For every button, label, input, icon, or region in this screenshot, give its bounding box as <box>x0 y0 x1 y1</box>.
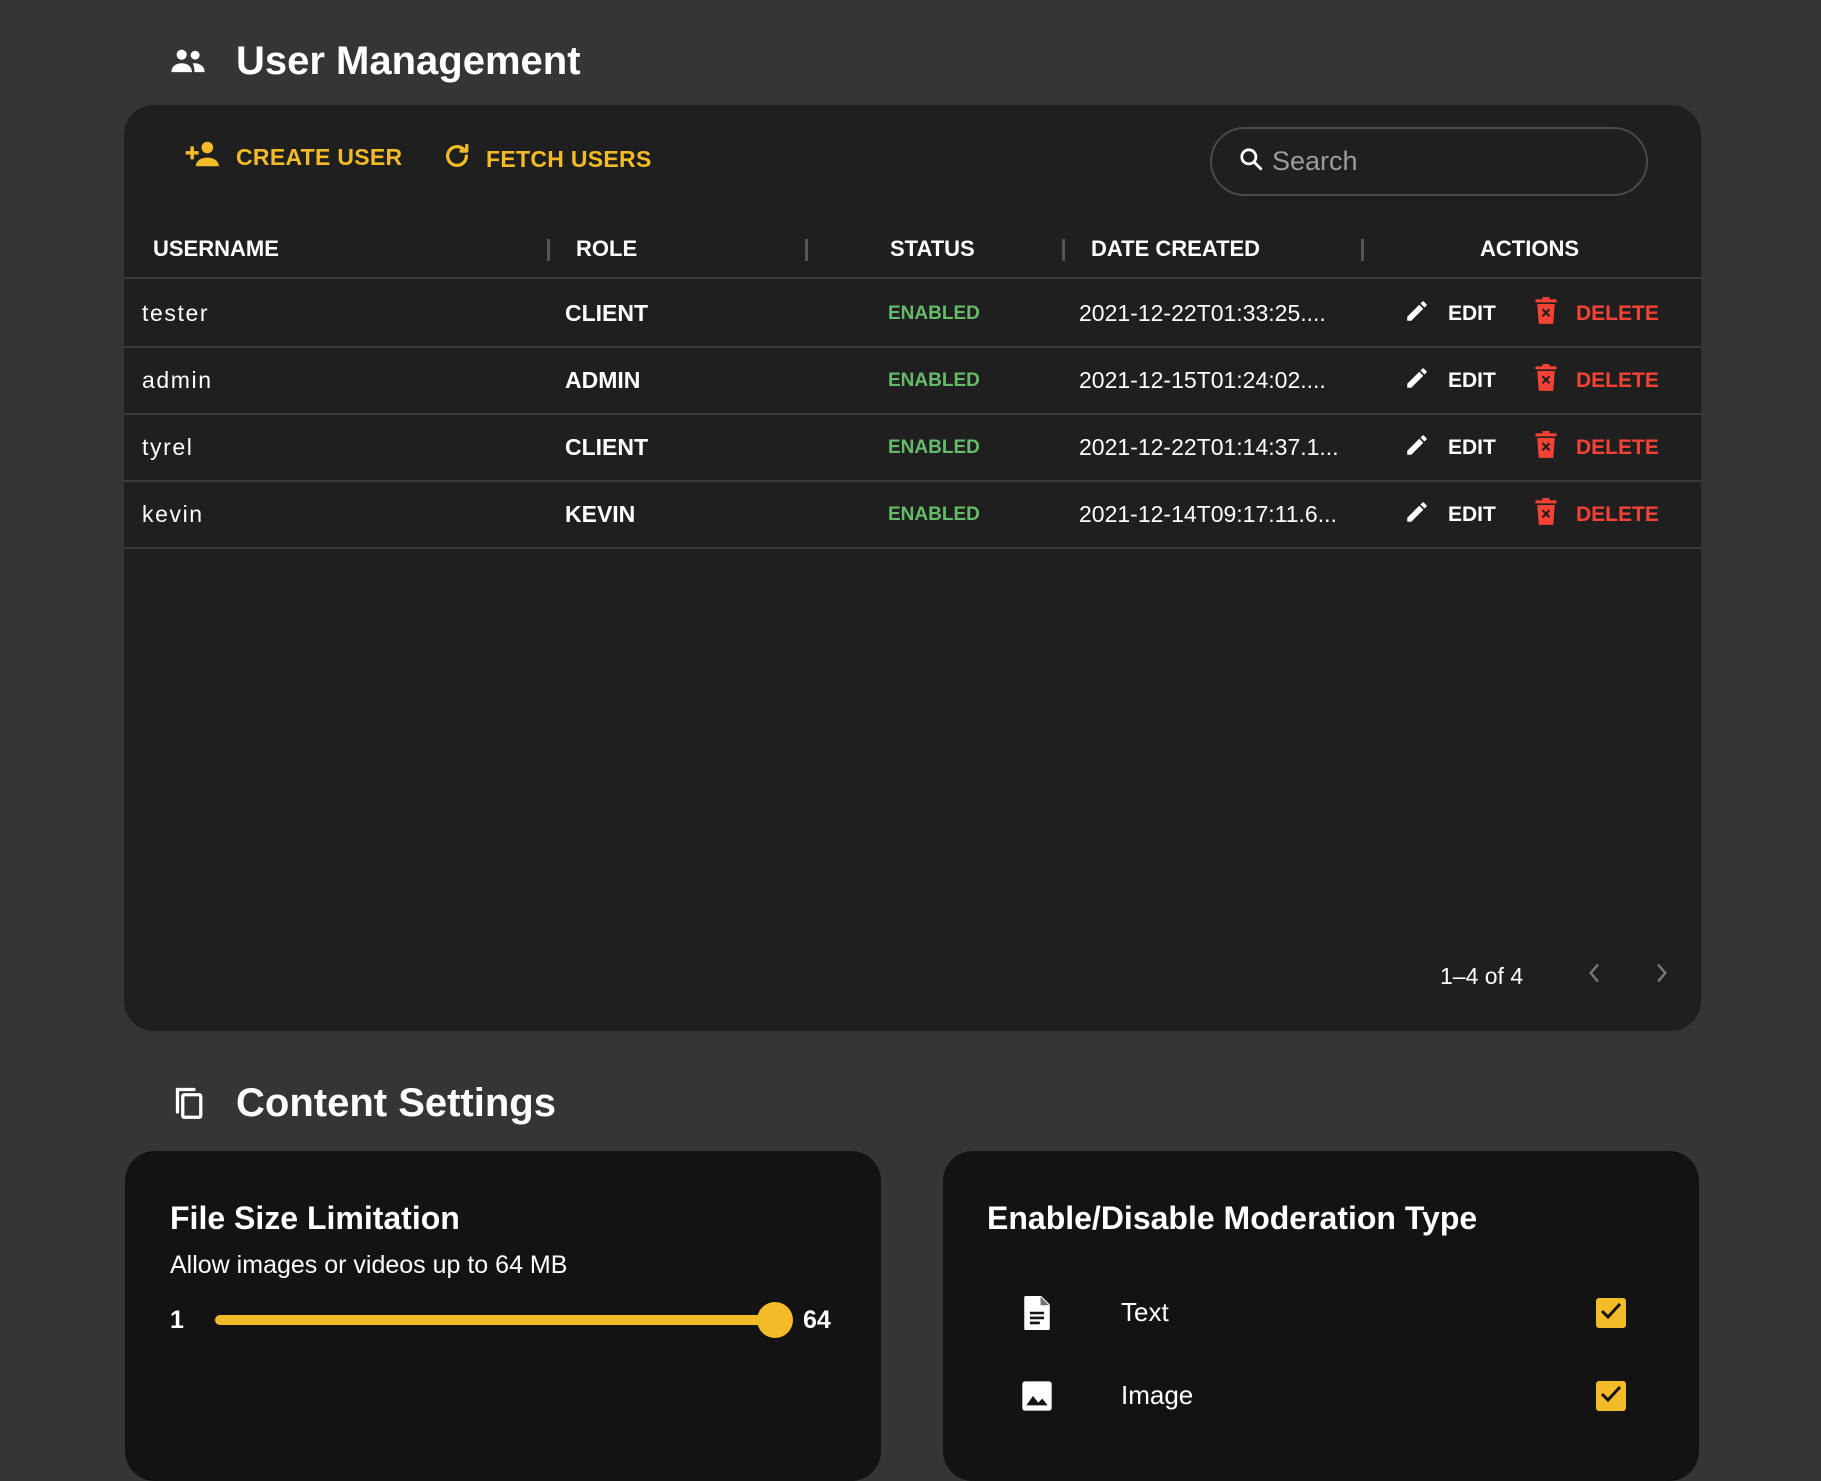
refresh-icon <box>442 141 472 177</box>
previous-page-button[interactable] <box>1574 955 1614 995</box>
date-created-cell: 2021-12-14T09:17:11.6... <box>1079 501 1337 527</box>
username-cell: tyrel <box>142 434 194 460</box>
delete-button[interactable]: DELETE <box>1534 348 1659 413</box>
pencil-icon <box>1404 499 1430 531</box>
date-created-cell: 2021-12-22T01:33:25.... <box>1079 300 1326 326</box>
edit-label: EDIT <box>1448 435 1496 459</box>
content-settings-header: Content Settings <box>168 1078 556 1128</box>
column-header-actions: ACTIONS <box>1480 236 1579 261</box>
status-badge: ENABLED <box>888 436 980 458</box>
delete-label: DELETE <box>1576 502 1659 526</box>
delete-label: DELETE <box>1576 435 1659 459</box>
section-title: Content Settings <box>236 1080 556 1125</box>
add-user-icon <box>184 141 222 173</box>
column-header-status[interactable]: STATUS <box>890 219 975 279</box>
table-row[interactable]: tester CLIENT ENABLED 2021-12-22T01:33:2… <box>124 281 1701 348</box>
status-badge: ENABLED <box>888 302 980 324</box>
file-size-slider[interactable] <box>215 1302 793 1338</box>
edit-label: EDIT <box>1448 368 1496 392</box>
checkmark-icon <box>1600 1385 1622 1408</box>
edit-label: EDIT <box>1448 301 1496 325</box>
moderation-type-card: Enable/Disable Moderation Type Text Imag… <box>943 1151 1699 1481</box>
column-header-username[interactable]: USERNAME <box>153 219 279 279</box>
role-cell: ADMIN <box>565 367 641 393</box>
fetch-users-label: FETCH USERS <box>486 145 652 172</box>
edit-label: EDIT <box>1448 502 1496 526</box>
trash-icon <box>1534 296 1558 331</box>
delete-button[interactable]: DELETE <box>1534 415 1659 480</box>
slider-min-label: 1 <box>170 1306 184 1334</box>
chevron-right-icon <box>1653 962 1671 989</box>
document-icon <box>1019 1295 1055 1331</box>
checkmark-icon <box>1600 1302 1622 1325</box>
edit-button[interactable]: EDIT <box>1404 281 1496 346</box>
slider-thumb[interactable] <box>757 1302 793 1338</box>
moderation-item-image: Image <box>943 1366 1699 1426</box>
edit-button[interactable]: EDIT <box>1404 348 1496 413</box>
edit-button[interactable]: EDIT <box>1404 482 1496 547</box>
moderation-label: Image <box>1121 1380 1194 1410</box>
search-icon <box>1238 146 1264 177</box>
search-box[interactable] <box>1210 127 1648 196</box>
role-cell: KEVIN <box>565 501 636 527</box>
text-moderation-checkbox[interactable] <box>1596 1298 1626 1328</box>
table-row[interactable]: kevin KEVIN ENABLED 2021-12-14T09:17:11.… <box>124 482 1701 549</box>
column-header-role[interactable]: ROLE <box>576 219 637 279</box>
image-moderation-checkbox[interactable] <box>1596 1381 1626 1411</box>
role-cell: CLIENT <box>565 300 649 326</box>
create-user-label: CREATE USER <box>236 143 403 170</box>
username-cell: tester <box>142 300 210 326</box>
create-user-button[interactable]: CREATE USER <box>184 141 402 173</box>
column-separator[interactable] <box>805 239 808 261</box>
card-description: Allow images or videos up to 64 MB <box>170 1251 568 1279</box>
date-created-cell: 2021-12-22T01:14:37.1... <box>1079 434 1339 460</box>
moderation-item-text: Text <box>943 1283 1699 1343</box>
copy-icon <box>168 1083 208 1123</box>
pencil-icon <box>1404 432 1430 464</box>
search-input[interactable] <box>1272 146 1632 177</box>
pencil-icon <box>1404 298 1430 330</box>
page-title: User Management <box>236 38 581 83</box>
slider-max-label: 64 <box>803 1306 831 1334</box>
user-management-header: User Management <box>168 36 581 86</box>
column-separator[interactable] <box>1361 239 1364 261</box>
pencil-icon <box>1404 365 1430 397</box>
trash-icon <box>1534 430 1558 465</box>
column-separator[interactable] <box>1062 239 1065 261</box>
username-cell: kevin <box>142 501 204 527</box>
user-management-card: CREATE USER FETCH USERS USERNAME ROLE ST… <box>124 105 1701 1031</box>
delete-label: DELETE <box>1576 301 1659 325</box>
fetch-users-button[interactable]: FETCH USERS <box>442 141 652 177</box>
delete-label: DELETE <box>1576 368 1659 392</box>
moderation-label: Text <box>1121 1297 1169 1327</box>
table-row[interactable]: tyrel CLIENT ENABLED 2021-12-22T01:14:37… <box>124 415 1701 482</box>
table-header: USERNAME ROLE STATUS DATE CREATED ACTION… <box>124 219 1701 279</box>
username-cell: admin <box>142 367 213 393</box>
edit-button[interactable]: EDIT <box>1404 415 1496 480</box>
image-icon <box>1019 1378 1055 1414</box>
trash-icon <box>1534 497 1558 532</box>
column-separator[interactable] <box>547 239 550 261</box>
pagination-label: 1–4 of 4 <box>1440 963 1524 989</box>
status-badge: ENABLED <box>888 369 980 391</box>
card-heading: Enable/Disable Moderation Type <box>987 1200 1478 1236</box>
file-size-card: File Size Limitation Allow images or vid… <box>125 1151 881 1481</box>
slider-fill <box>215 1315 775 1325</box>
chevron-left-icon <box>1585 962 1603 989</box>
status-badge: ENABLED <box>888 503 980 525</box>
date-created-cell: 2021-12-15T01:24:02.... <box>1079 367 1326 393</box>
delete-button[interactable]: DELETE <box>1534 281 1659 346</box>
next-page-button[interactable] <box>1642 955 1682 995</box>
people-icon <box>168 41 208 81</box>
delete-button[interactable]: DELETE <box>1534 482 1659 547</box>
column-header-date-created[interactable]: DATE CREATED <box>1091 219 1260 279</box>
table-row[interactable]: admin ADMIN ENABLED 2021-12-15T01:24:02.… <box>124 348 1701 415</box>
card-heading: File Size Limitation <box>170 1200 460 1236</box>
trash-icon <box>1534 363 1558 398</box>
role-cell: CLIENT <box>565 434 649 460</box>
